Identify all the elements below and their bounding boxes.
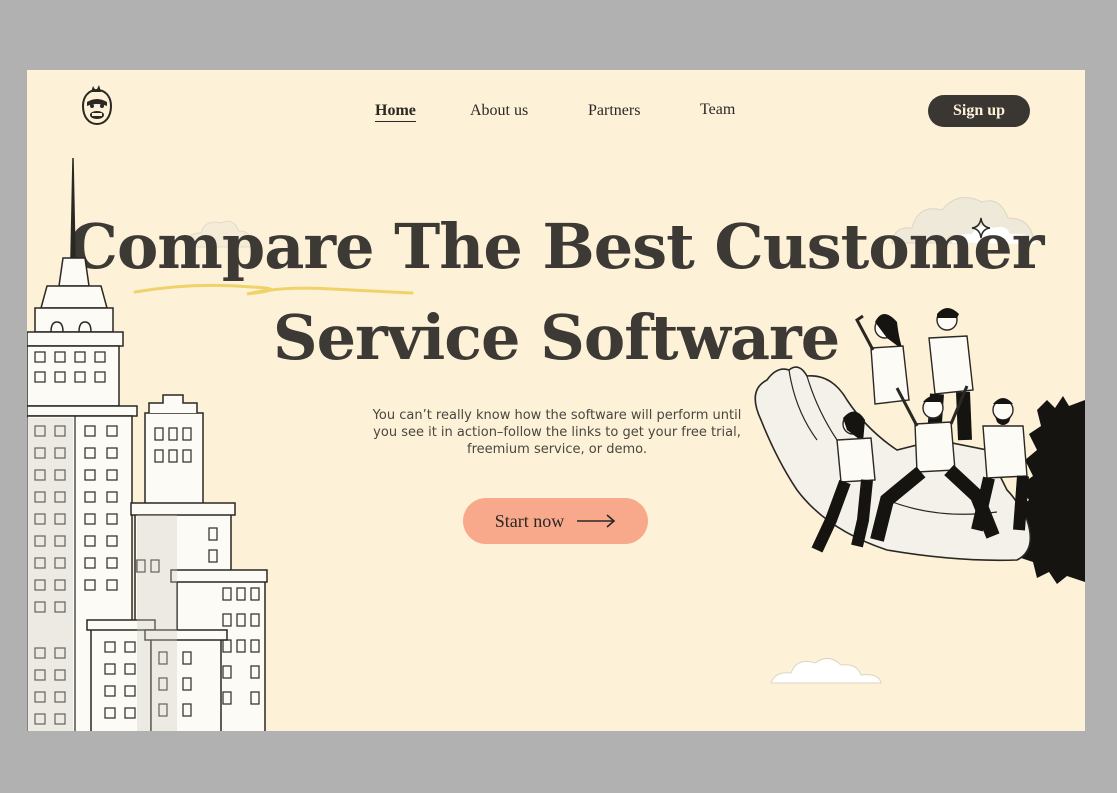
team-on-hand-illustration	[754, 308, 1085, 584]
nav-partners-link[interactable]: Partners	[588, 102, 640, 120]
hero-subtitle: You can’t really know how the software w…	[372, 408, 742, 457]
landing-page: Home About us Partners Team Sign up Comp…	[27, 70, 1085, 731]
city-buildings-illustration	[27, 158, 268, 731]
nav-team-link[interactable]: Team	[700, 101, 735, 119]
start-now-label: Start now	[494, 510, 565, 531]
arrow-right-icon	[577, 514, 616, 528]
nav-home-link[interactable]: Home	[375, 102, 416, 122]
gorilla-logo-icon[interactable]	[79, 84, 115, 130]
nav-about-link[interactable]: About us	[470, 102, 528, 120]
signup-button[interactable]: Sign up	[928, 95, 1030, 127]
cloud-illustration	[770, 658, 882, 684]
start-now-button[interactable]: Start now	[463, 498, 648, 544]
